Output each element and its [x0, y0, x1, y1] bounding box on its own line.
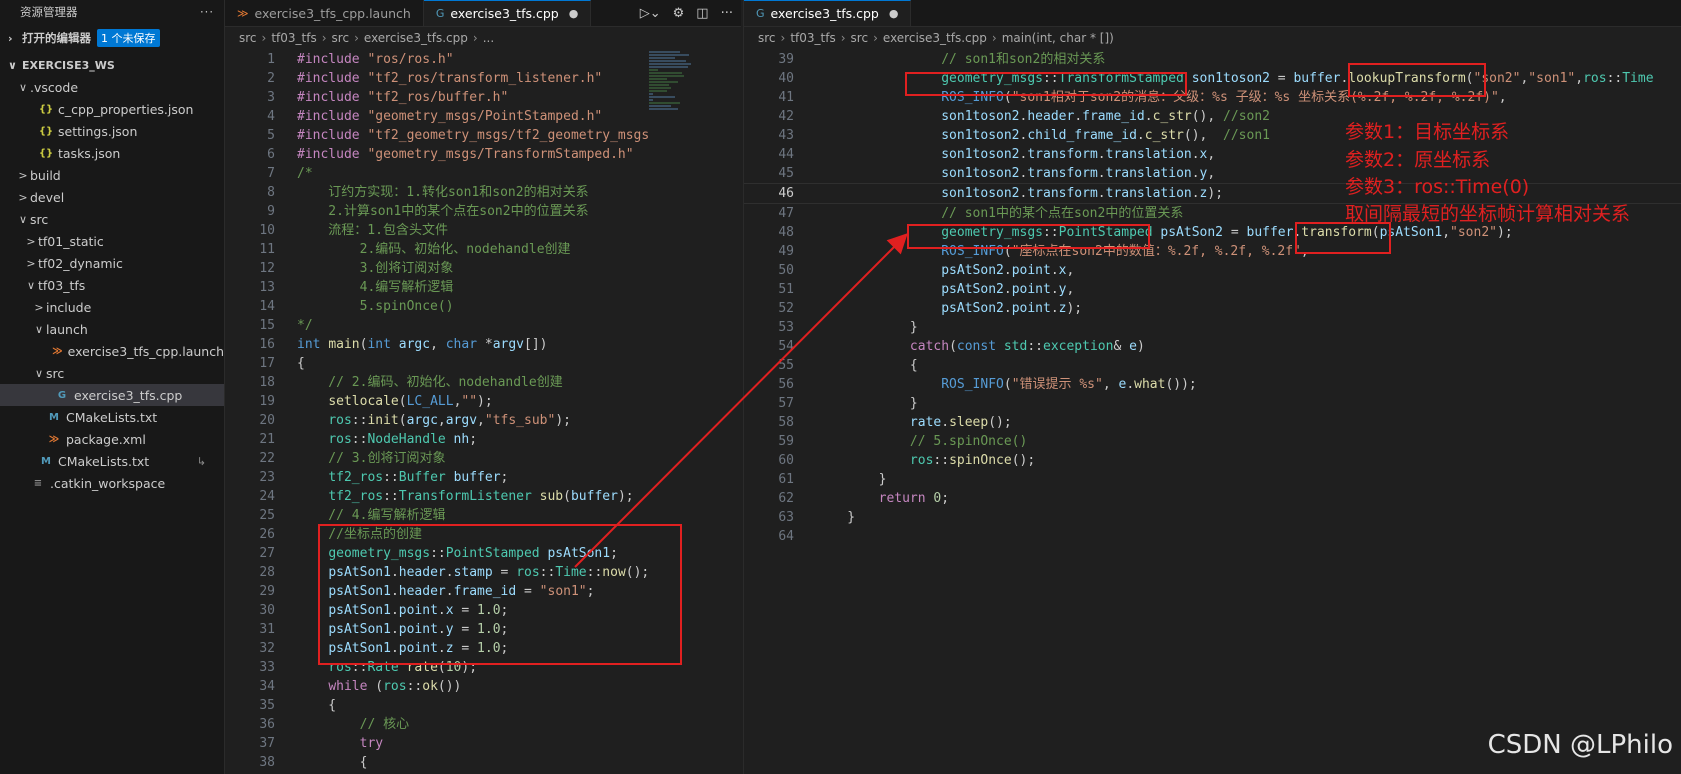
annotation-arrow — [574, 233, 908, 568]
watermark: CSDN @LPhilo — [1487, 730, 1673, 760]
